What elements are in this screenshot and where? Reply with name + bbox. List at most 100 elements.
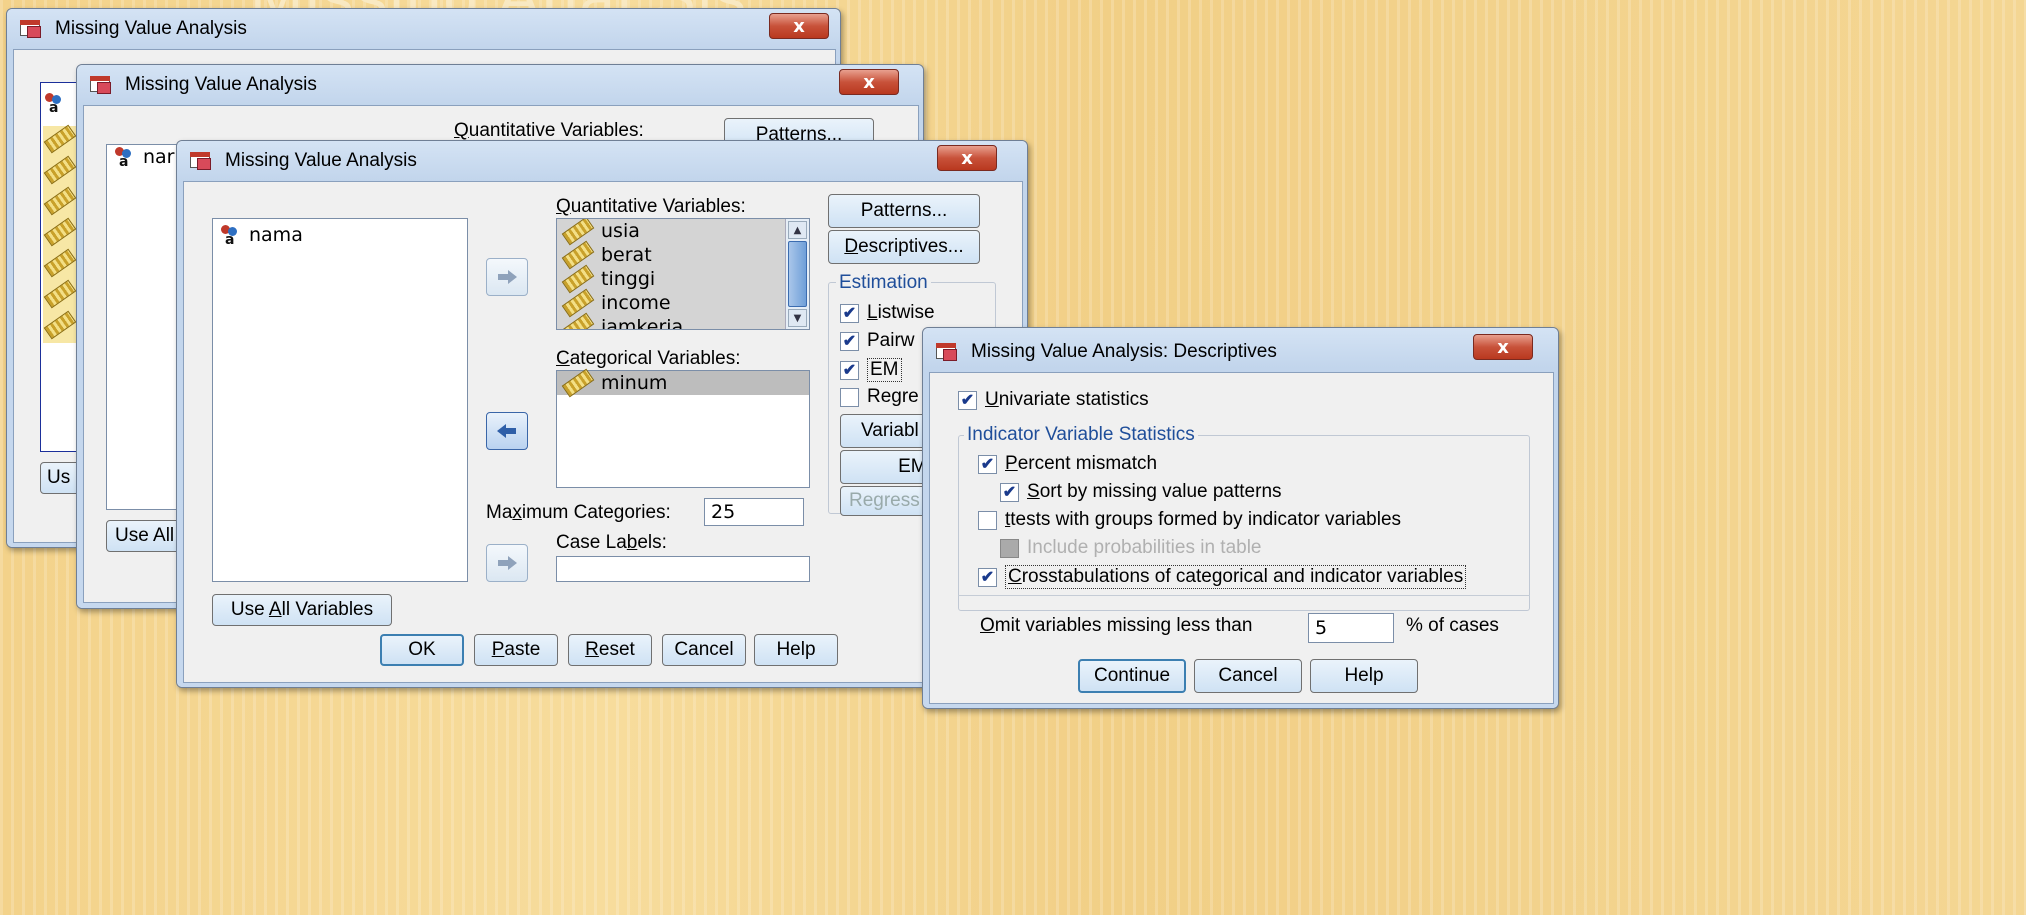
spss-app-icon xyxy=(19,18,43,40)
max-categories-input[interactable]: 25 xyxy=(704,498,804,526)
middle-use-all-button[interactable]: Use All xyxy=(106,520,186,552)
middle-variable-list[interactable]: a nar xyxy=(106,144,186,510)
help-button[interactable]: Help xyxy=(754,634,838,666)
available-variables-list[interactable]: a nama xyxy=(212,218,468,582)
list-item[interactable]: a nama xyxy=(213,223,467,248)
univariate-checkbox[interactable]: ✔ Univariate statistics xyxy=(958,389,1149,411)
string-variable-icon: a xyxy=(113,147,135,170)
paste-button[interactable]: Paste xyxy=(474,634,558,666)
move-to-quantitative-button[interactable] xyxy=(486,258,528,296)
ok-button[interactable]: OK xyxy=(380,634,464,666)
spss-app-icon xyxy=(935,341,959,363)
scroll-up-arrow[interactable]: ▲ xyxy=(788,221,807,239)
front-titlebar[interactable]: Missing Value Analysis xyxy=(177,141,1027,181)
front-body: a nama Use All Variables Quantitative Var… xyxy=(183,181,1023,683)
max-categories-label: Maximum Categories: xyxy=(486,502,671,523)
quantitative-variables-list[interactable]: usia berat tinggi income jamkerja ▲ ▼ xyxy=(556,218,810,330)
categorical-variables-list[interactable]: minum xyxy=(556,368,810,488)
arrow-left-icon xyxy=(497,424,516,438)
omit-suffix: % of cases xyxy=(1406,615,1499,636)
list-item[interactable]: a nar xyxy=(107,145,185,170)
scale-variable-icon xyxy=(561,368,595,398)
list-item[interactable]: tinggi xyxy=(557,264,809,294)
scale-variable-icon xyxy=(43,248,77,278)
listwise-checkbox[interactable]: ✔ Listwise xyxy=(840,302,935,324)
em-checkbox[interactable]: ✔ EM xyxy=(840,358,902,382)
scale-variable-icon xyxy=(43,124,77,154)
descriptives-cancel-button[interactable]: Cancel xyxy=(1194,659,1302,693)
string-variable-icon: a xyxy=(43,93,65,116)
crosstabs-checkbox[interactable]: ✔ Crosstabulations of categorical and ind… xyxy=(978,565,1467,589)
checkbox-checked-icon: ✔ xyxy=(1000,482,1019,502)
checkbox-checked-icon: ✔ xyxy=(840,331,859,351)
patterns-button[interactable]: Patterns... xyxy=(828,194,980,228)
string-variable-icon: a xyxy=(219,225,241,248)
checkbox-checked-icon: ✔ xyxy=(978,454,997,474)
reset-button[interactable]: Reset xyxy=(568,634,652,666)
t-tests-checkbox[interactable]: t tests with groups formed by indicator … xyxy=(978,509,1401,531)
descriptives-body: ✔ Univariate statistics Indicator Variabl… xyxy=(929,372,1554,704)
divider xyxy=(958,595,1530,596)
front-title: Missing Value Analysis xyxy=(225,150,417,171)
indicator-group-label: Indicator Variable Statistics xyxy=(964,424,1198,446)
scale-variable-icon xyxy=(43,279,77,309)
scale-variable-icon xyxy=(561,312,595,329)
list-item[interactable]: minum xyxy=(557,368,809,398)
back-use-all-button[interactable]: Us xyxy=(40,462,80,494)
spss-app-icon xyxy=(89,74,113,96)
list-item[interactable]: jamkerja xyxy=(557,312,809,329)
checkbox-unchecked-icon xyxy=(978,510,997,530)
back-close-button[interactable]: x xyxy=(769,13,829,39)
arrow-right-icon xyxy=(498,270,517,284)
scale-variable-icon xyxy=(561,219,595,246)
spss-app-icon xyxy=(189,150,213,172)
checkbox-checked-icon: ✔ xyxy=(840,360,859,380)
quantitative-scrollbar[interactable]: ▲ ▼ xyxy=(785,219,809,329)
move-to-case-labels-button[interactable] xyxy=(486,544,528,582)
omit-threshold-input[interactable]: 5 xyxy=(1308,613,1394,643)
pairwise-checkbox[interactable]: ✔ Pairw xyxy=(840,330,915,352)
back-variable-list[interactable]: a xyxy=(40,82,80,452)
descriptives-titlebar[interactable]: Missing Value Analysis: Descriptives xyxy=(923,332,1558,372)
quantitative-variables-label: Quantitative Variables: xyxy=(556,196,746,217)
percent-mismatch-checkbox[interactable]: ✔ Percent mismatch xyxy=(978,453,1157,475)
scale-variable-icon xyxy=(43,310,77,340)
scale-variable-icon xyxy=(43,186,77,216)
back-titlebar[interactable]: Missing Value Analysis xyxy=(7,9,840,49)
case-labels-label: Case Labels: xyxy=(556,532,667,553)
descriptives-dialog: Missing Value Analysis: Descriptives x ✔… xyxy=(922,327,1559,709)
case-labels-input[interactable] xyxy=(556,556,810,582)
front-dialog: Missing Value Analysis x a nama Use All V… xyxy=(176,140,1028,688)
front-close-button[interactable]: x xyxy=(937,145,997,171)
checkbox-unchecked-icon xyxy=(840,387,859,407)
move-to-categorical-button[interactable] xyxy=(486,412,528,450)
arrow-right-icon xyxy=(498,556,517,570)
sort-patterns-checkbox[interactable]: ✔ Sort by missing value patterns xyxy=(1000,481,1282,503)
descriptives-close-button[interactable]: x xyxy=(1473,334,1533,360)
cancel-button[interactable]: Cancel xyxy=(662,634,746,666)
scale-variable-icon xyxy=(561,264,595,294)
include-probabilities-checkbox[interactable]: Include probabilities in table xyxy=(1000,537,1262,559)
checkbox-checked-icon: ✔ xyxy=(958,390,977,410)
scroll-thumb[interactable] xyxy=(788,241,807,307)
back-title: Missing Value Analysis xyxy=(55,18,247,39)
descriptives-button[interactable]: Descriptives... xyxy=(828,230,980,264)
checkbox-checked-icon: ✔ xyxy=(840,303,859,323)
middle-quantitative-label: Quantitative Variables: xyxy=(454,120,644,141)
list-item[interactable]: usia xyxy=(557,219,809,246)
back-list-icons: a xyxy=(41,83,79,347)
list-item[interactable]: income xyxy=(557,288,809,318)
regression-checkbox[interactable]: Regre xyxy=(840,386,919,408)
scale-variable-icon xyxy=(43,155,77,185)
omit-label: Omit variables missing less than xyxy=(980,615,1253,636)
middle-titlebar[interactable]: Missing Value Analysis xyxy=(77,65,923,105)
middle-title: Missing Value Analysis xyxy=(125,74,317,95)
scale-variable-icon xyxy=(43,217,77,247)
descriptives-help-button[interactable]: Help xyxy=(1310,659,1418,693)
scale-variable-icon xyxy=(561,288,595,318)
middle-close-button[interactable]: x xyxy=(839,69,899,95)
list-item[interactable]: berat xyxy=(557,240,809,270)
scroll-down-arrow[interactable]: ▼ xyxy=(788,309,807,327)
use-all-variables-button[interactable]: Use All Variables xyxy=(212,594,392,626)
continue-button[interactable]: Continue xyxy=(1078,659,1186,693)
